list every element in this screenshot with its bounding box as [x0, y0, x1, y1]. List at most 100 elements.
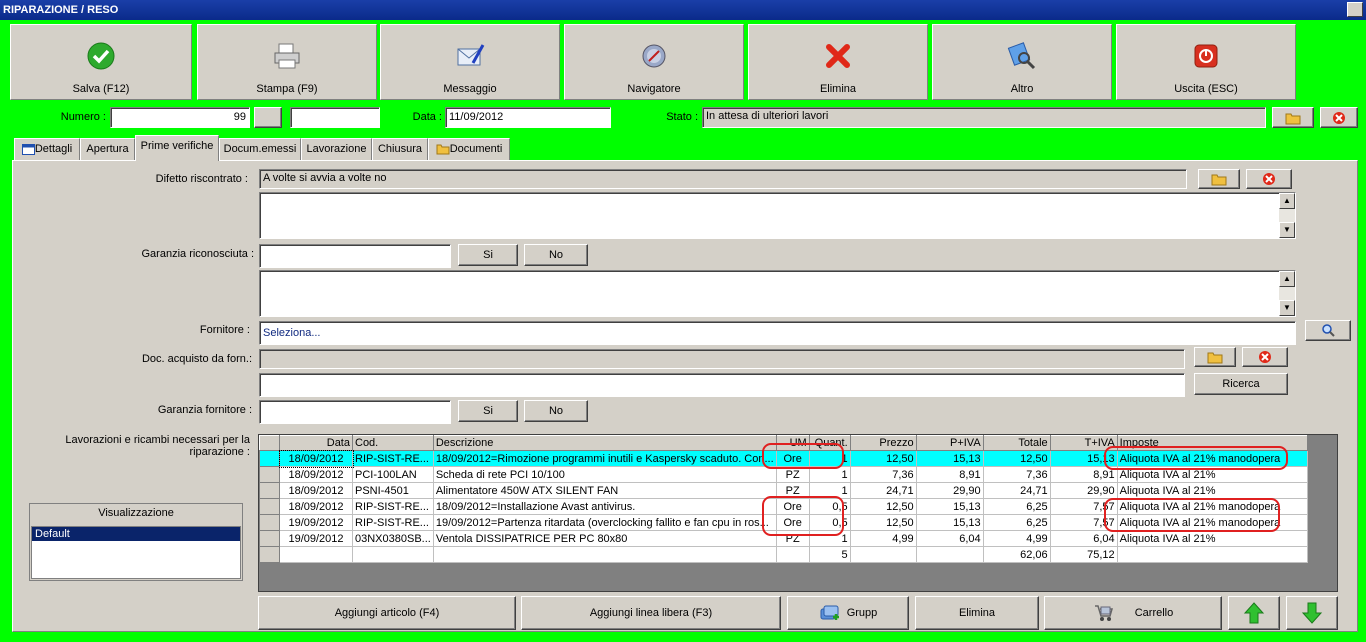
cell-descrizione[interactable]: 18/09/2012=Installazione Avast antivirus…: [432, 498, 777, 515]
cell-quant[interactable]: 0,5: [808, 498, 851, 515]
row-indicator[interactable]: [259, 466, 280, 483]
cell-prezzo[interactable]: 24,71: [849, 482, 917, 499]
table-row[interactable]: 18/09/2012 RIP-SIST-RE... 18/09/2012=Rimoz…: [259, 449, 1308, 468]
fornitore-search-button[interactable]: [1305, 320, 1351, 341]
numero-field[interactable]: 99: [110, 107, 250, 128]
cell-cod[interactable]: RIP-SIST-RE...: [352, 514, 434, 531]
cell-imposte[interactable]: Aliquota IVA al 21% manodopera: [1116, 450, 1308, 467]
cell-data[interactable]: 19/09/2012: [279, 530, 353, 547]
cell-totale[interactable]: 12,50: [982, 450, 1051, 467]
cell-quant[interactable]: 1: [808, 530, 851, 547]
garanzia-fornitore-field[interactable]: [259, 400, 451, 424]
cell-prezzo[interactable]: 12,50: [849, 450, 917, 467]
cell-tiva[interactable]: 29,90: [1049, 482, 1118, 499]
scroll-up-icon[interactable]: ▲: [1279, 193, 1295, 209]
carrello-button[interactable]: Carrello: [1044, 596, 1222, 630]
tab-prime-verifiche[interactable]: Prime verifiche: [135, 135, 219, 161]
navigatore-button[interactable]: Navigatore: [564, 24, 744, 100]
col-data[interactable]: Data: [279, 435, 353, 451]
messaggio-button[interactable]: Messaggio: [380, 24, 560, 100]
visualizzazione-list[interactable]: Default: [31, 526, 241, 579]
garanzia-fornitore-si-button[interactable]: Si: [458, 400, 518, 422]
cell-um[interactable]: Ore: [775, 450, 810, 467]
col-cod[interactable]: Cod.: [352, 435, 434, 451]
col-tiva[interactable]: T+IVA: [1049, 435, 1118, 451]
ricerca-button[interactable]: Ricerca: [1194, 373, 1288, 395]
col-imposte[interactable]: Imposte: [1116, 435, 1308, 451]
numero-extra-field[interactable]: [290, 107, 380, 128]
cell-prezzo[interactable]: 12,50: [849, 514, 917, 531]
table-row[interactable]: 18/09/2012 PSNI-4501 Alimentatore 450W ATX…: [259, 482, 1308, 499]
cell-um[interactable]: PZ: [775, 482, 810, 499]
cell-descrizione[interactable]: 19/09/2012=Partenza ritardata (overclock…: [432, 514, 777, 531]
uscita-button[interactable]: Uscita (ESC): [1116, 24, 1296, 100]
cell-cod[interactable]: RIP-SIST-RE...: [352, 498, 434, 515]
cell-cod[interactable]: 03NX0380SB...: [352, 530, 434, 547]
col-quant[interactable]: Quant.: [808, 435, 851, 451]
cell-um[interactable]: PZ: [775, 466, 810, 483]
gruppo-button[interactable]: Grupp: [787, 596, 909, 630]
cell-descrizione[interactable]: Ventola DISSIPATRICE PER PC 80x80: [432, 530, 777, 547]
row-indicator[interactable]: [259, 514, 280, 531]
scroll-up-icon[interactable]: ▲: [1279, 271, 1295, 287]
row-indicator[interactable]: [259, 498, 280, 515]
cell-um[interactable]: PZ: [775, 530, 810, 547]
tab-apertura[interactable]: Apertura: [80, 138, 135, 160]
cell-totale[interactable]: 6,25: [982, 498, 1051, 515]
table-row[interactable]: 18/09/2012 PCI-100LAN Scheda di rete PCI 1…: [259, 466, 1308, 483]
cell-data[interactable]: 18/09/2012: [279, 482, 353, 499]
move-down-button[interactable]: [1286, 596, 1338, 630]
cell-quant[interactable]: 1: [808, 466, 851, 483]
doc-acquisto-clear-button[interactable]: [1242, 347, 1288, 367]
cell-descrizione[interactable]: Alimentatore 450W ATX SILENT FAN: [432, 482, 777, 499]
cell-prezzo[interactable]: 12,50: [849, 498, 917, 515]
cell-totale[interactable]: 7,36: [982, 466, 1051, 483]
tab-docum-emessi[interactable]: Docum.emessi: [219, 138, 301, 160]
cell-descrizione[interactable]: 18/09/2012=Rimozione programmi inutili e…: [432, 450, 777, 467]
col-um[interactable]: UM: [775, 435, 810, 451]
row-indicator[interactable]: [259, 482, 280, 499]
cell-descrizione[interactable]: Scheda di rete PCI 10/100: [432, 466, 777, 483]
cell-totale[interactable]: 4,99: [982, 530, 1051, 547]
scroll-down-icon[interactable]: ▼: [1279, 222, 1295, 238]
tab-documenti[interactable]: Documenti: [428, 138, 510, 160]
cell-imposte[interactable]: Aliquota IVA al 21%: [1116, 466, 1308, 483]
stato-folder-button[interactable]: [1272, 107, 1314, 128]
cell-piva[interactable]: 8,91: [915, 466, 984, 483]
cell-quant[interactable]: 1: [808, 482, 851, 499]
doc-acquisto-folder-button[interactable]: [1194, 347, 1236, 367]
salva-button[interactable]: Salva (F12): [10, 24, 192, 100]
col-descrizione[interactable]: Descrizione: [432, 435, 777, 451]
cell-piva[interactable]: 6,04: [915, 530, 984, 547]
visualizzazione-default-item[interactable]: Default: [32, 527, 240, 541]
garanzia-memo[interactable]: ▲ ▼: [259, 270, 1296, 317]
cell-piva[interactable]: 29,90: [915, 482, 984, 499]
cell-data[interactable]: 19/09/2012: [279, 514, 353, 531]
cell-tiva[interactable]: 7,57: [1049, 498, 1118, 515]
garanzia-no-button[interactable]: No: [524, 244, 588, 266]
elimina-button[interactable]: Elimina: [748, 24, 928, 100]
close-window-button[interactable]: [1347, 2, 1363, 17]
altro-button[interactable]: Altro: [932, 24, 1112, 100]
move-up-button[interactable]: [1228, 596, 1280, 630]
stato-field[interactable]: In attesa di ulteriori lavori: [702, 107, 1266, 128]
difetto-memo-scrollbar[interactable]: ▲ ▼: [1279, 193, 1295, 238]
cell-data[interactable]: 18/09/2012: [279, 466, 353, 483]
doc-acquisto-extra-field[interactable]: [259, 373, 1185, 397]
cell-imposte[interactable]: Aliquota IVA al 21%: [1116, 530, 1308, 547]
aggiungi-linea-button[interactable]: Aggiungi linea libera (F3): [521, 596, 781, 630]
elimina-riga-button[interactable]: Elimina: [915, 596, 1039, 630]
row-indicator[interactable]: [259, 450, 280, 467]
garanzia-si-button[interactable]: Si: [458, 244, 518, 266]
fornitore-select[interactable]: Seleziona...: [259, 321, 1296, 345]
table-row[interactable]: 19/09/2012 03NX0380SB... Ventola DISSIPATR…: [259, 530, 1308, 547]
cell-tiva[interactable]: 6,04: [1049, 530, 1118, 547]
difetto-clear-button[interactable]: [1246, 169, 1292, 189]
difetto-field[interactable]: A volte si avvia a volte no: [259, 169, 1187, 189]
cell-quant[interactable]: 1: [808, 450, 851, 467]
stato-clear-button[interactable]: [1320, 107, 1358, 128]
garanzia-memo-scrollbar[interactable]: ▲ ▼: [1279, 271, 1295, 316]
col-piva[interactable]: P+IVA: [915, 435, 984, 451]
lavorazioni-grid[interactable]: Data Cod. Descrizione UM Quant. Prezzo P…: [258, 434, 1338, 592]
cell-data[interactable]: 18/09/2012: [278, 449, 354, 468]
